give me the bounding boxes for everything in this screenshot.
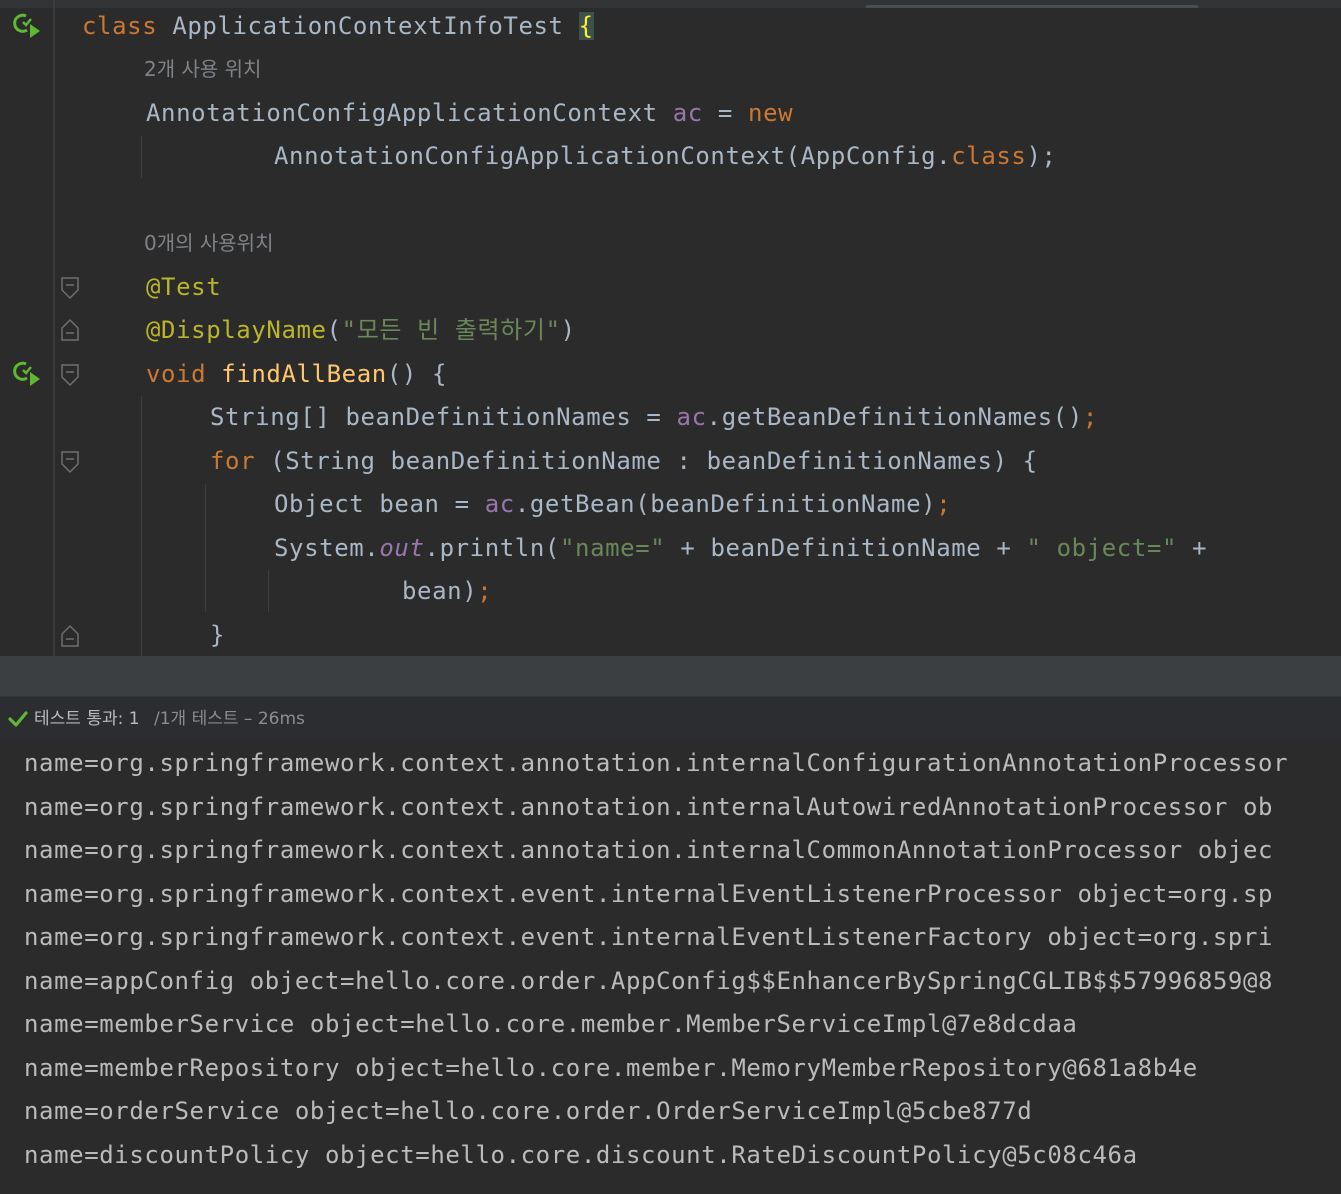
semicolon: ; [936,490,952,518]
field-continuation[interactable]: AnnotationConfigApplicationContext(AppCo… [274,136,1057,176]
console-line: name=org.springframework.context.event.i… [24,923,1274,951]
fold-icon[interactable] [60,624,80,648]
code-text: + [1177,534,1208,562]
fold-icon[interactable] [60,450,80,474]
checkmark-icon [8,711,28,727]
method-params: () { [386,360,448,388]
console-line: name=org.springframework.context.event.i… [24,880,1274,908]
class-name: ApplicationContextInfoTest [172,12,564,40]
field-name: ac [484,490,515,518]
statement-end: ); [1026,142,1057,170]
indent-guide [268,570,269,612]
close-brace[interactable]: } [210,615,225,655]
console-line: name=org.springframework.context.annotat… [24,836,1274,864]
field-declaration[interactable]: AnnotationConfigApplicationContext ac = … [146,93,793,133]
semicolon: ; [1082,403,1098,431]
console-line: name=memberService object=hello.core.mem… [24,1010,1078,1038]
field-name: ac [672,99,703,127]
run-test-icon[interactable] [12,358,42,388]
console-line: name=org.springframework.context.annotat… [24,749,1289,777]
code-text: .getBean(beanDefinitionName) [514,490,937,518]
indent-guide [205,484,206,612]
fold-icon[interactable] [60,363,80,387]
console-line: name=org.springframework.context.annotat… [24,793,1274,821]
semicolon: ; [477,577,493,605]
tests-total-label: /1개 테스트 – 26ms [154,709,305,729]
indent-guide [141,396,142,656]
annotation-displayname[interactable]: @DisplayName("모든 빈 출력하기") [146,310,576,350]
constructor-call: AnnotationConfigApplicationContext(AppCo… [274,142,952,170]
keyword-void: void [146,360,207,388]
usage-hint[interactable]: 2개 사용 위치 [144,54,261,84]
code-text: Object bean = [274,490,485,518]
code-text: System. [274,534,380,562]
paren: ( [326,316,342,344]
console-line: name=appConfig object=hello.core.order.A… [24,967,1274,995]
code-text: .println( [424,534,560,562]
paren: ) [560,316,576,344]
method-declaration[interactable]: void findAllBean() { [146,354,447,394]
string-literal: "name=" [559,534,666,562]
run-test-icon[interactable] [12,10,42,40]
type-name: AnnotationConfigApplicationContext [146,99,658,127]
code-text: .getBeanDefinitionNames() [706,403,1083,431]
fold-icon[interactable] [60,276,80,300]
console-output[interactable]: name=org.springframework.context.annotat… [0,741,1341,1194]
keyword-new: new [748,99,794,127]
indent-guide [141,136,142,178]
method-name: findAllBean [221,360,387,388]
open-brace: { [578,12,594,40]
for-loop-line[interactable]: for (String beanDefinitionName : beanDef… [210,441,1038,481]
code-text: + beanDefinitionName + [665,534,1027,562]
usage-hint[interactable]: 0개의 사용위치 [144,228,273,258]
string-literal: " object=" [1026,534,1178,562]
console-line: name=memberRepository object=hello.core.… [24,1054,1198,1082]
fold-icon[interactable] [60,318,80,342]
code-editor[interactable]: class ApplicationContextInfoTest { 2개 사용… [0,0,1341,656]
console-line: name=orderService object=hello.core.orde… [24,1097,1033,1125]
annotation-test[interactable]: @Test [146,267,221,307]
test-status-bar: 테스트 통과: 1 /1개 테스트 – 26ms [0,696,1341,742]
keyword-class: class [951,142,1027,170]
println-line[interactable]: System.out.println("name=" + beanDefinit… [274,528,1207,568]
active-tab-indicator [866,5,1198,8]
static-field: out [379,534,425,562]
string-literal: "모든 빈 출력하기" [341,316,561,344]
statement-line[interactable]: Object bean = ac.getBean(beanDefinitionN… [274,484,951,524]
statement-line[interactable]: String[] beanDefinitionNames = ac.getBea… [210,397,1098,437]
code-text: (String beanDefinitionName : beanDefinit… [255,447,1038,475]
console-line: name=discountPolicy object=hello.core.di… [24,1141,1138,1169]
field-name: ac [676,403,707,431]
gutter-separator [53,0,55,656]
annotation-name: @DisplayName [146,316,327,344]
keyword-class: class [82,12,158,40]
tests-passed-label: 테스트 통과: 1 [34,709,140,729]
assign-operator: = [717,99,733,127]
class-declaration[interactable]: class ApplicationContextInfoTest { [82,6,594,46]
keyword-for: for [210,447,256,475]
panel-separator[interactable] [0,656,1341,696]
code-text: String[] beanDefinitionNames = [210,403,677,431]
code-text: bean) [402,577,478,605]
println-continuation[interactable]: bean); [402,571,492,611]
